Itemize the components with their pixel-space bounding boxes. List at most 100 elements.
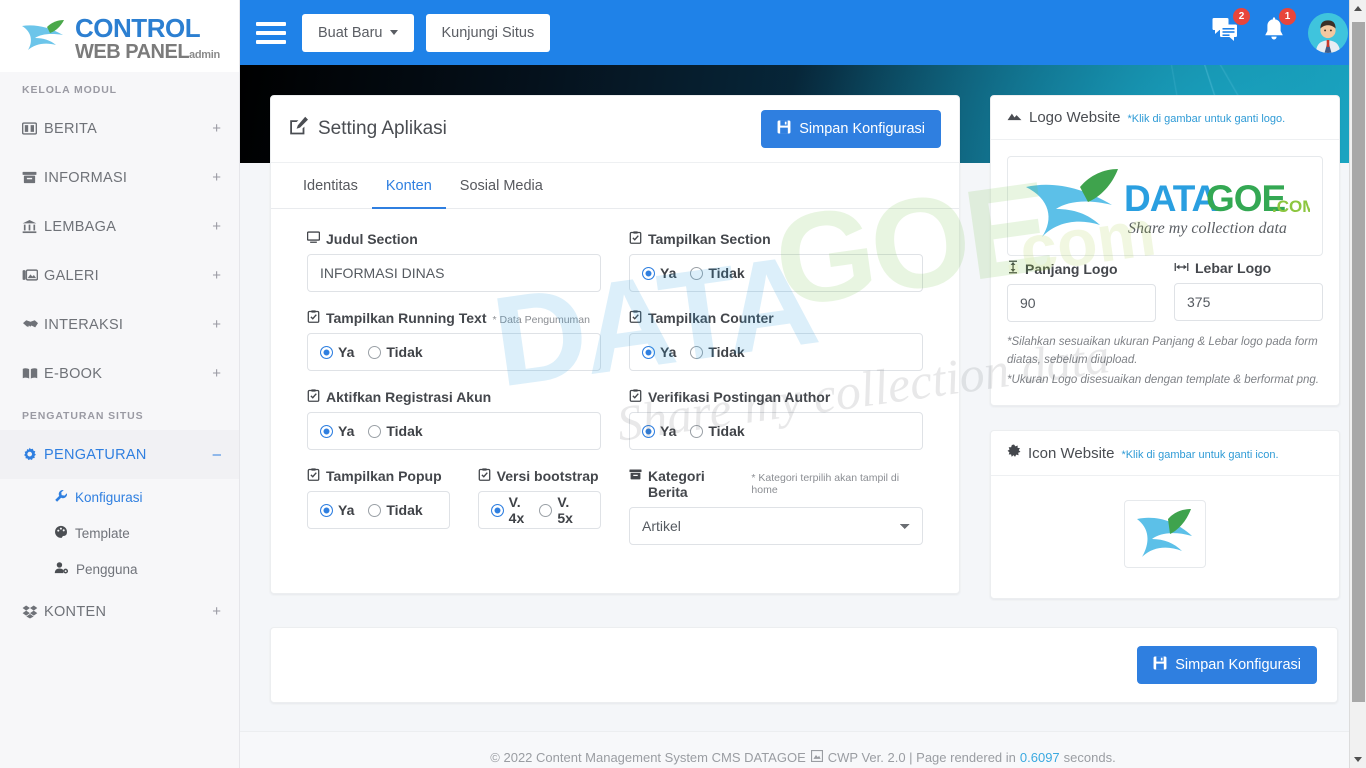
settings-form: Judul Section Tampilkan: [271, 209, 959, 593]
sidebar-subitem-pengguna[interactable]: Pengguna: [0, 551, 239, 587]
sidebar-item-ebook[interactable]: E-BOOK +: [0, 349, 239, 398]
panjang-logo-input[interactable]: [1007, 284, 1156, 322]
logo-dimensions-row: Panjang Logo Lebar Logo: [1007, 260, 1323, 322]
messages-button[interactable]: 2: [1212, 17, 1240, 48]
images-icon: [22, 268, 44, 283]
scroll-area: Setting Aplikasi Simpan Konfigurasi Iden…: [240, 65, 1366, 768]
radio-icon[interactable]: [642, 346, 655, 359]
create-new-button[interactable]: Buat Baru: [302, 14, 414, 52]
judul-section-input[interactable]: [307, 254, 601, 292]
radio-icon[interactable]: [539, 504, 552, 517]
sidebar-item-interaksi[interactable]: INTERAKSI +: [0, 300, 239, 349]
radio-icon[interactable]: [642, 425, 655, 438]
visit-site-button[interactable]: Kunjungi Situs: [426, 14, 551, 52]
tampilkan-section-no[interactable]: Tidak: [690, 265, 744, 281]
avatar[interactable]: [1308, 13, 1348, 53]
site-icon-button[interactable]: [1124, 500, 1206, 568]
sidebar-subitem-template[interactable]: Template: [0, 515, 239, 551]
counter-no[interactable]: Tidak: [690, 344, 744, 360]
lebar-logo-input[interactable]: [1174, 283, 1323, 321]
footer-render-seconds: 0.6097: [1020, 750, 1060, 765]
scrollbar-thumb[interactable]: [1352, 22, 1365, 702]
expand-icon[interactable]: +: [212, 603, 221, 620]
kategori-berita-select[interactable]: Artikel: [629, 507, 923, 545]
tab-konten[interactable]: Konten: [372, 163, 446, 209]
icon-card-header: Icon Website *Klik di gambar untuk ganti…: [991, 431, 1339, 476]
radio-icon[interactable]: [368, 346, 381, 359]
radio-label: Ya: [338, 423, 354, 439]
popup-radio-group: Ya Tidak: [307, 491, 450, 529]
logo-card-note: *Klik di gambar untuk ganti logo.: [1127, 113, 1285, 125]
content: Setting Aplikasi Simpan Konfigurasi Iden…: [240, 65, 1366, 599]
expand-icon[interactable]: +: [212, 267, 221, 284]
sidebar-subitem-konfigurasi[interactable]: Konfigurasi: [0, 479, 239, 515]
save-config-button-top[interactable]: Simpan Konfigurasi: [761, 110, 941, 148]
running-text-no[interactable]: Tidak: [368, 344, 422, 360]
menu-toggle-icon[interactable]: [256, 22, 286, 44]
radio-icon[interactable]: [320, 504, 333, 517]
radio-icon[interactable]: [320, 346, 333, 359]
logo-card-header: Logo Website *Klik di gambar untuk ganti…: [991, 96, 1339, 140]
sidebar-item-galeri[interactable]: GALERI +: [0, 251, 239, 300]
bottom-save-bar: Simpan Konfigurasi: [270, 627, 1338, 703]
field-label: Tampilkan Counter: [629, 310, 923, 326]
scroll-down-arrow[interactable]: [1350, 751, 1366, 768]
checklist-icon: [629, 389, 642, 405]
expand-icon[interactable]: +: [212, 120, 221, 137]
save-config-button-bottom[interactable]: Simpan Konfigurasi: [1137, 646, 1317, 684]
radio-icon[interactable]: [368, 504, 381, 517]
logo-card-body: DATA GOE .COM Share my collection data: [991, 140, 1339, 405]
radio-icon[interactable]: [690, 425, 703, 438]
sidebar-item-lembaga[interactable]: LEMBAGA +: [0, 202, 239, 251]
field-hint: * Data Pengumuman: [493, 314, 590, 326]
scroll-up-arrow[interactable]: [1350, 0, 1366, 17]
save-config-label: Simpan Konfigurasi: [799, 121, 925, 137]
expand-icon[interactable]: +: [212, 316, 221, 333]
handshake-icon: [22, 317, 44, 332]
radio-icon[interactable]: [690, 267, 703, 280]
popup-no[interactable]: Tidak: [368, 502, 422, 518]
expand-icon[interactable]: +: [212, 365, 221, 382]
popup-yes[interactable]: Ya: [320, 502, 354, 518]
logo-image-button[interactable]: DATA GOE .COM Share my collection data: [1007, 156, 1323, 256]
expand-icon[interactable]: +: [212, 169, 221, 186]
popup-bootstrap-row: Tampilkan Popup Ya: [307, 468, 601, 529]
sidebar-item-label: INFORMASI: [44, 170, 212, 186]
checklist-icon: [307, 310, 320, 326]
verifikasi-yes[interactable]: Ya: [642, 423, 676, 439]
registrasi-yes[interactable]: Ya: [320, 423, 354, 439]
tampilkan-section-yes[interactable]: Ya: [642, 265, 676, 281]
radio-icon[interactable]: [320, 425, 333, 438]
counter-yes[interactable]: Ya: [642, 344, 676, 360]
registrasi-no[interactable]: Tidak: [368, 423, 422, 439]
notifications-button[interactable]: 1: [1262, 17, 1286, 48]
sidebar-item-berita[interactable]: BERITA +: [0, 104, 239, 153]
field-label-text: Aktifkan Registrasi Akun: [326, 389, 491, 405]
expand-icon[interactable]: +: [212, 218, 221, 235]
brand-logo[interactable]: CONTROL WEB PANELadmin: [0, 0, 239, 72]
radio-icon[interactable]: [368, 425, 381, 438]
verifikasi-no[interactable]: Tidak: [690, 423, 744, 439]
edit-icon: [289, 116, 309, 142]
avatar-image: [1308, 13, 1348, 53]
logo-website-card: Logo Website *Klik di gambar untuk ganti…: [990, 95, 1340, 406]
radio-icon[interactable]: [491, 504, 504, 517]
bootstrap-v4[interactable]: V. 4x: [491, 494, 526, 526]
field-bootstrap: Versi bootstrap V. 4x: [478, 468, 601, 529]
sidebar-item-label: BERITA: [44, 121, 212, 137]
running-text-yes[interactable]: Ya: [320, 344, 354, 360]
collapse-icon[interactable]: –: [213, 446, 221, 463]
scrollbar[interactable]: [1349, 0, 1366, 768]
gear-icon: [22, 447, 44, 462]
radio-icon[interactable]: [690, 346, 703, 359]
sidebar-item-pengaturan[interactable]: PENGATURAN –: [0, 430, 239, 479]
bank-icon: [22, 219, 44, 234]
media-column: Logo Website *Klik di gambar untuk ganti…: [990, 95, 1340, 599]
tab-sosial-media[interactable]: Sosial Media: [446, 163, 557, 209]
radio-icon[interactable]: [642, 267, 655, 280]
tab-identitas[interactable]: Identitas: [289, 163, 372, 209]
bootstrap-v5[interactable]: V. 5x: [539, 494, 574, 526]
sidebar-item-konten[interactable]: KONTEN +: [0, 587, 239, 636]
sidebar-item-informasi[interactable]: INFORMASI +: [0, 153, 239, 202]
logo-note-2: *Ukuran Logo disesuaikan dengan template…: [1007, 372, 1323, 390]
